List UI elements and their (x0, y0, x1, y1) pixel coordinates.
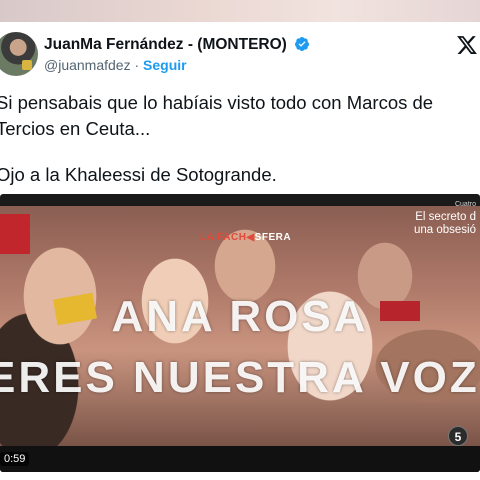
overlay-text-line-2: ERES NUESTRA VOZ (0, 353, 480, 402)
tweet-text-line: Ojo a la Khaleessi de Sotogrande. (0, 164, 277, 185)
video-bottom-bar (0, 446, 480, 472)
tweet-header: JuanMa Fernández - (MONTERO) @juanmafdez… (0, 28, 480, 78)
avatar[interactable] (0, 32, 38, 76)
tweet-text: Si pensabais que lo habíais visto todo c… (0, 90, 476, 188)
avatar-badge (22, 60, 32, 70)
author-handle[interactable]: @juanmafdez (44, 57, 131, 73)
flag-patch (0, 214, 30, 254)
author-name-row[interactable]: JuanMa Fernández - (MONTERO) (44, 36, 310, 54)
video-player[interactable]: LA FACH◀SFERA ANA ROSA ERES NUESTRA VOZ … (0, 194, 480, 472)
program-title-tag: Cuatro El secreto d una obsesió (413, 201, 476, 236)
separator-dot: · (134, 57, 140, 73)
follow-button[interactable]: Seguir (143, 57, 187, 73)
video-watermark: LA FACH◀SFERA (200, 232, 292, 243)
x-logo-icon[interactable] (456, 34, 478, 56)
handle-row: @juanmafdez · Seguir (44, 57, 187, 73)
verified-badge-icon (295, 37, 310, 51)
author-name[interactable]: JuanMa Fernández - (MONTERO) (44, 36, 287, 53)
channel-logo-icon: 5 (448, 426, 468, 446)
tweet-text-line: Tercios en Ceuta... (0, 118, 151, 139)
tweet-text-line: Si pensabais que lo habíais visto todo c… (0, 92, 434, 113)
overlay-text-line-1: ANA ROSA (111, 292, 369, 341)
top-blurred-strip (0, 0, 480, 22)
video-timestamp: 0:59 (0, 452, 30, 466)
video-frame: LA FACH◀SFERA ANA ROSA ERES NUESTRA VOZ (0, 206, 480, 446)
